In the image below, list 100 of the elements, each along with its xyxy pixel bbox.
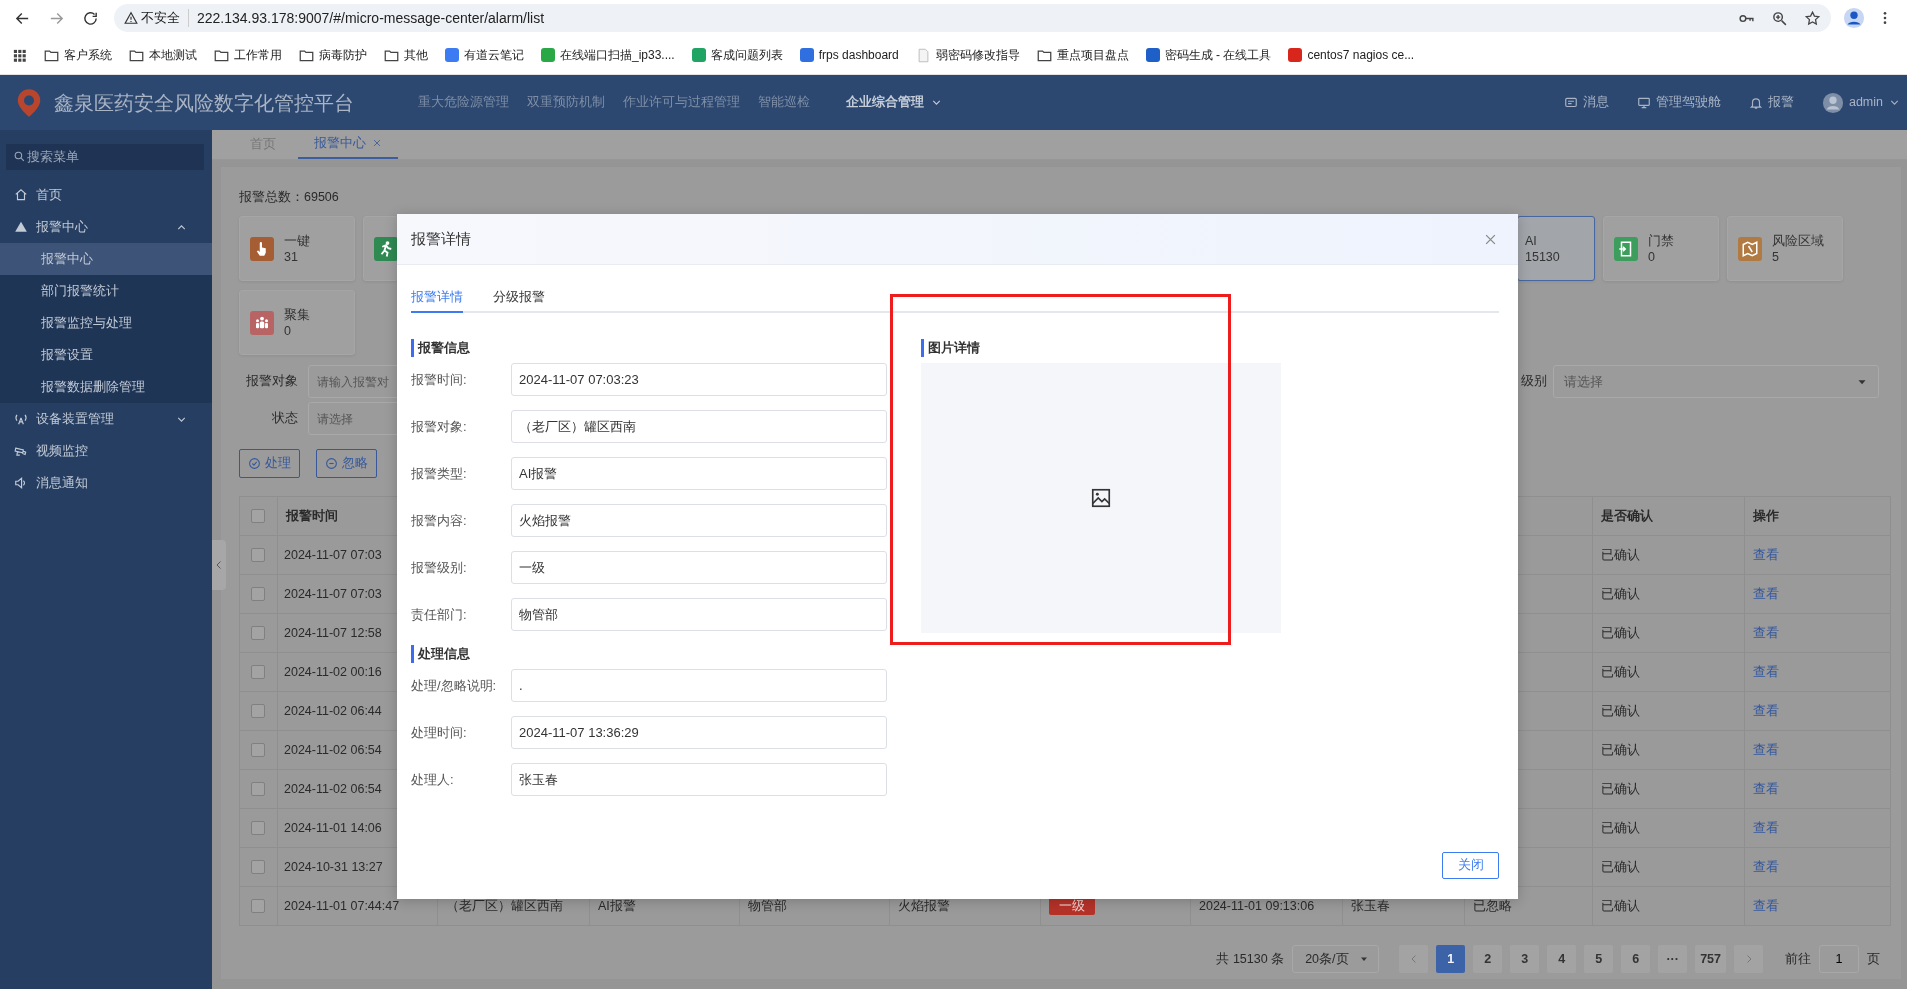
text-field[interactable]: AI报警	[511, 457, 887, 490]
dialog-tab[interactable]: 报警详情	[411, 287, 463, 313]
apps-icon[interactable]	[12, 47, 27, 63]
bookmark-link[interactable]: 工作常用	[234, 46, 282, 64]
submenu-item[interactable]: 报警设置	[0, 339, 212, 371]
toolbar-link[interactable]: 消息	[1582, 93, 1609, 112]
page-button[interactable]: 1	[1436, 945, 1466, 973]
alarm-time: 2024-11-01 14:06	[284, 820, 382, 835]
text-field[interactable]: 火焰报警	[511, 504, 887, 537]
text-field[interactable]: （老厂区）罐区西南	[511, 410, 887, 443]
page-button[interactable]: ···	[1658, 945, 1688, 973]
page-button[interactable]: 3	[1510, 945, 1540, 973]
text-field[interactable]: 张玉春	[511, 763, 887, 796]
stat-card[interactable]: 风险区域 5	[1727, 216, 1843, 281]
stat-count: 0	[284, 322, 292, 339]
nav-link[interactable]: 企业综合管理	[846, 93, 943, 112]
filter-label: 报警对象	[245, 373, 298, 391]
stat-card[interactable]: 一键 31	[239, 216, 355, 281]
star-icon[interactable]	[1804, 9, 1821, 27]
select-field[interactable]: 请选择	[1553, 365, 1879, 398]
nav-link[interactable]: 作业许可与过程管理	[623, 93, 740, 112]
row-checkbox[interactable]	[251, 548, 265, 562]
folder-icon	[129, 47, 144, 63]
bookmark-link[interactable]: 在线端口扫描_ip33....	[560, 46, 675, 64]
row-checkbox[interactable]	[251, 704, 265, 718]
page-input[interactable]: 1	[1819, 945, 1859, 973]
minus-circle-icon	[325, 457, 338, 470]
toolbar-link[interactable]: 报警	[1767, 93, 1794, 112]
submenu-item[interactable]: 报警中心	[0, 243, 212, 275]
zoom-icon[interactable]	[1771, 9, 1788, 27]
bookmark-link[interactable]: 重点项目盘点	[1056, 46, 1129, 64]
collapse-handle[interactable]	[212, 540, 226, 590]
row-checkbox[interactable]	[251, 860, 265, 874]
stat-count: 15130	[1525, 248, 1560, 265]
nav-link[interactable]: 重大危险源管理	[418, 93, 509, 112]
menu-item[interactable]: 消息通知	[0, 467, 212, 499]
bookmark-link[interactable]: 其他	[404, 46, 428, 64]
url-text: 222.134.93.178:9007/#/micro-message-center/alarm/list	[197, 8, 546, 28]
field-label: 报警内容:	[411, 511, 468, 530]
user-name[interactable]: admin	[1848, 93, 1883, 112]
submenu-item[interactable]: 报警数据删除管理	[0, 371, 212, 403]
search-field[interactable]: 搜索菜单	[6, 144, 204, 170]
profile-icon[interactable]	[1843, 7, 1865, 29]
page-button[interactable]: 6	[1621, 945, 1651, 973]
row-checkbox[interactable]	[251, 821, 265, 835]
page-button[interactable]: 757	[1695, 945, 1726, 973]
close-icon[interactable]	[372, 138, 382, 148]
page-size-select[interactable]: 20条/页	[1292, 945, 1380, 973]
warning-icon	[14, 220, 28, 234]
text-field[interactable]: .	[511, 669, 887, 702]
alarm-time: 2024-11-01 07:44:47	[284, 898, 400, 913]
row-checkbox[interactable]	[251, 743, 265, 757]
menu-item[interactable]: 首页	[0, 179, 212, 211]
bookmark-link[interactable]: centos7 nagios ce...	[1307, 46, 1415, 64]
page-button[interactable]: 4	[1547, 945, 1577, 973]
text-field[interactable]: 物管部	[511, 598, 887, 631]
stat-label: 聚集	[284, 306, 310, 323]
filter-label: 状态	[271, 410, 298, 428]
bookmark-link[interactable]: 有道云笔记	[464, 46, 524, 64]
confirmation-status: 已确认	[1601, 820, 1640, 835]
toolbar-link[interactable]: 管理驾驶舱	[1655, 93, 1721, 112]
dialog-tab[interactable]: 分级报警	[493, 287, 545, 313]
nav-link[interactable]: 双重预防机制	[527, 93, 605, 112]
folder-icon	[299, 47, 314, 63]
select-all-checkbox[interactable]	[251, 509, 265, 523]
bookmark-link[interactable]: 密码生成 - 在线工具	[1164, 46, 1272, 64]
check-circle-icon	[248, 457, 261, 470]
row-checkbox[interactable]	[251, 782, 265, 796]
stat-card[interactable]	[363, 216, 398, 281]
reload-icon[interactable]	[81, 9, 99, 27]
bookmark-link[interactable]: 弱密码修改指导	[935, 46, 1020, 64]
menu-item[interactable]: 设备装置管理	[0, 403, 212, 435]
address-bar[interactable]: 不安全 222.134.93.178:9007/#/micro-message-center/alarm/list	[114, 4, 1831, 32]
bookmark-link[interactable]: 本地测试	[149, 46, 197, 64]
row-checkbox[interactable]	[251, 587, 265, 601]
monitor-icon	[1636, 95, 1651, 110]
folder-icon	[1036, 47, 1052, 63]
menu-item[interactable]: 视频监控	[0, 435, 212, 467]
text-field[interactable]: 2024-11-07 13:36:29	[511, 716, 887, 749]
page-button[interactable]: 5	[1584, 945, 1614, 973]
row-checkbox[interactable]	[251, 626, 265, 640]
submenu-item[interactable]: 部门报警统计	[0, 275, 212, 307]
stat-card[interactable]: 聚集 0	[239, 290, 355, 355]
close-button[interactable]: 关闭	[1442, 852, 1499, 879]
nav-link[interactable]: 智能巡检	[758, 93, 810, 112]
menu-item[interactable]: 报警中心	[0, 211, 212, 243]
page-tab[interactable]: 报警中心	[298, 129, 398, 159]
bookmark-link[interactable]: 病毒防护	[319, 46, 367, 64]
bookmark-link[interactable]: frps dashboard	[818, 46, 899, 64]
row-checkbox[interactable]	[251, 665, 265, 679]
security-label[interactable]: 不安全	[141, 8, 180, 28]
stat-card[interactable]: 门禁 0	[1603, 216, 1719, 281]
text-field[interactable]: 2024-11-07 07:03:23	[511, 363, 887, 396]
bookmark-link[interactable]: 客成问题列表	[710, 46, 783, 64]
submenu-item[interactable]: 报警监控与处理	[0, 307, 212, 339]
text-field[interactable]: 一级	[511, 551, 887, 584]
row-checkbox[interactable]	[251, 899, 265, 913]
page-button[interactable]: 2	[1473, 945, 1503, 973]
stat-card[interactable]: AI 15130	[1517, 216, 1595, 281]
bookmark-link[interactable]: 客户系统	[64, 46, 112, 64]
